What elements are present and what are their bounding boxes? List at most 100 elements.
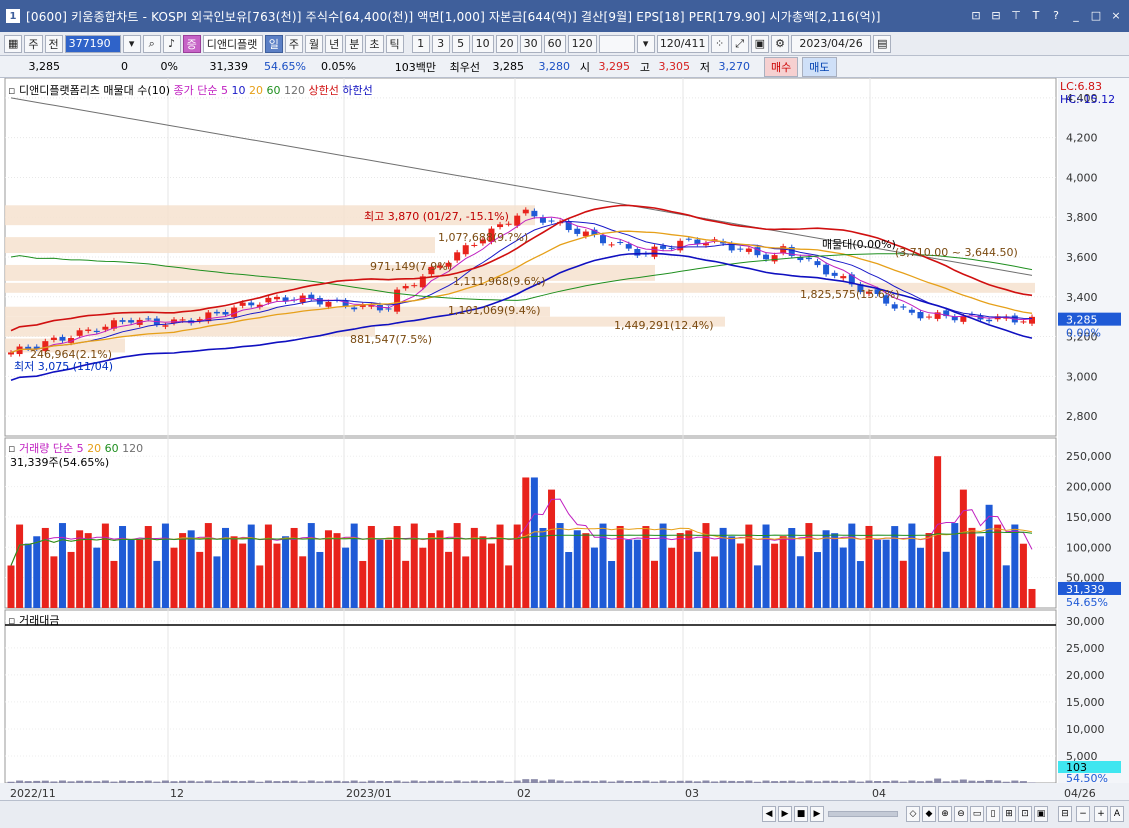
amount-bar	[959, 779, 967, 783]
price-tick-label: 3,800	[1066, 211, 1098, 224]
help-icon[interactable]: ?	[1049, 8, 1063, 22]
scroll-thumb[interactable]	[828, 811, 898, 817]
tool-icon-3[interactable]: ⊕	[938, 806, 952, 822]
tool-icon-4[interactable]: ⊖	[954, 806, 968, 822]
period-second[interactable]: 초	[365, 34, 384, 53]
date-input[interactable]: 2023/04/26	[791, 34, 872, 53]
minimize-button[interactable]: _	[1069, 8, 1083, 22]
volume-bar	[625, 539, 633, 608]
candle-body	[625, 244, 632, 249]
interval-3[interactable]: 3	[431, 34, 450, 53]
period-month[interactable]: 월	[305, 34, 324, 53]
compare-icon[interactable]: ⤢	[730, 34, 749, 53]
sell-button[interactable]: 매도	[802, 56, 837, 77]
tool-icon-6[interactable]: ▯	[986, 806, 1000, 822]
period-week[interactable]: 주	[284, 34, 304, 53]
interval-120[interactable]: 120	[567, 34, 597, 53]
scroll-left-icon[interactable]: ◀	[762, 806, 776, 822]
scroll-next-icon[interactable]: ▶	[810, 806, 824, 822]
candle-body	[76, 330, 83, 336]
stock-name: 디앤디플랫	[202, 34, 263, 53]
stock-code-input[interactable]: 377190	[64, 34, 121, 53]
close-button[interactable]: ×	[1109, 8, 1123, 22]
volume-bar	[874, 539, 882, 608]
lc-label: LC:6.83	[1060, 80, 1103, 93]
interval-10[interactable]: 10	[471, 34, 494, 53]
volume-bar	[324, 530, 332, 608]
period-day[interactable]: 일	[264, 34, 283, 53]
period-year[interactable]: 년	[325, 34, 344, 53]
interval-30[interactable]: 30	[519, 34, 542, 53]
market-select[interactable]: 주	[24, 34, 43, 53]
candle-body	[814, 261, 821, 266]
scroll-prev-icon[interactable]: ▶	[778, 806, 792, 822]
tool-icon-5[interactable]: ▭	[970, 806, 984, 822]
amount-bar	[50, 781, 58, 783]
fit-icon[interactable]: ⊟	[1058, 806, 1072, 822]
amount-bar	[1011, 780, 1019, 783]
count-input[interactable]: 120/411	[656, 34, 709, 53]
volume-current-pct-text: 54.65%	[1066, 596, 1108, 609]
expand-icon[interactable]: A	[1110, 806, 1124, 822]
price-tick-label: 3,400	[1066, 291, 1098, 304]
volume-bar	[856, 561, 864, 608]
amount-current-pct-text: 54.50%	[1066, 772, 1108, 785]
tool-icon-2[interactable]: ◆	[922, 806, 936, 822]
amount-bar	[934, 778, 942, 783]
chart-canvas[interactable]: 4,4004,2004,0003,8003,6003,4003,2003,000…	[0, 77, 1129, 800]
code-dropdown-icon[interactable]: ▾	[122, 34, 141, 53]
amount-bar	[977, 780, 985, 783]
zoom-in-icon[interactable]: +	[1094, 806, 1108, 822]
font-icon[interactable]: T	[1029, 8, 1043, 22]
volume-bar	[522, 477, 530, 608]
settings-icon[interactable]: ⚙	[771, 34, 790, 53]
price-tick-label: 2,800	[1066, 410, 1098, 423]
amount-bar	[24, 781, 32, 783]
tool-icon-8[interactable]: ⊡	[1018, 806, 1032, 822]
save-icon[interactable]: ▣	[750, 34, 770, 53]
volume-bar	[76, 530, 84, 608]
volume-bar	[1019, 543, 1027, 608]
grid-menu-icon[interactable]: ▦	[4, 34, 23, 53]
period-tick[interactable]: 틱	[385, 34, 404, 53]
amount-bar	[410, 780, 418, 783]
tool-icon-7[interactable]: ⊞	[1002, 806, 1016, 822]
chart-area[interactable]: 4,400 4,200 4,000 3,800 3,600 3,400 3,200 3,000…	[0, 77, 1129, 800]
low-value: 3,270	[718, 60, 751, 73]
zoom-out-icon[interactable]: −	[1076, 806, 1090, 822]
amount-bar	[874, 780, 882, 783]
amount-bar	[299, 781, 307, 783]
amount-bar	[93, 781, 101, 783]
tool-icon-1[interactable]: ◇	[906, 806, 920, 822]
volume-bar	[590, 547, 598, 608]
x-tick-label: 04/26	[1064, 787, 1096, 800]
candle-body	[685, 238, 692, 240]
buy-button[interactable]: 매수	[764, 56, 799, 77]
chart-tools-icon[interactable]: ⁘	[710, 34, 729, 53]
search-icon[interactable]: ⌕	[142, 34, 161, 53]
amount-bar	[736, 781, 744, 783]
amount-bar	[994, 780, 1002, 783]
tool-icon-9[interactable]: ▣	[1034, 806, 1048, 822]
period-minute[interactable]: 분	[345, 34, 364, 53]
interval-20[interactable]: 20	[495, 34, 518, 53]
speaker-icon[interactable]: ♪	[162, 34, 181, 53]
amount-bar	[908, 780, 916, 783]
interval-1[interactable]: 1	[411, 34, 430, 53]
pin-icon[interactable]: ⊤	[1009, 8, 1023, 22]
title-bar: 1 [0600] 키움종합차트 - KOSPI 외국인보유[763(천)] 주식…	[0, 0, 1129, 32]
interval-60[interactable]: 60	[543, 34, 566, 53]
chart-window: 1 [0600] 키움종합차트 - KOSPI 외국인보유[763(천)] 주식…	[0, 0, 1129, 828]
volume-bar	[273, 543, 281, 608]
interval-custom-input[interactable]	[598, 34, 635, 53]
type-select[interactable]: 전	[44, 34, 63, 53]
amount-bar	[213, 781, 221, 783]
link-icon[interactable]: ⊡	[969, 8, 983, 22]
maximize-button[interactable]: □	[1089, 8, 1103, 22]
split-icon[interactable]: ⊟	[989, 8, 1003, 22]
stop-icon[interactable]: ■	[794, 806, 808, 822]
calendar-icon[interactable]: ▤	[873, 34, 892, 53]
interval-5[interactable]: 5	[451, 34, 470, 53]
interval-dropdown-icon[interactable]: ▾	[636, 34, 655, 53]
volume-bar	[839, 547, 847, 608]
